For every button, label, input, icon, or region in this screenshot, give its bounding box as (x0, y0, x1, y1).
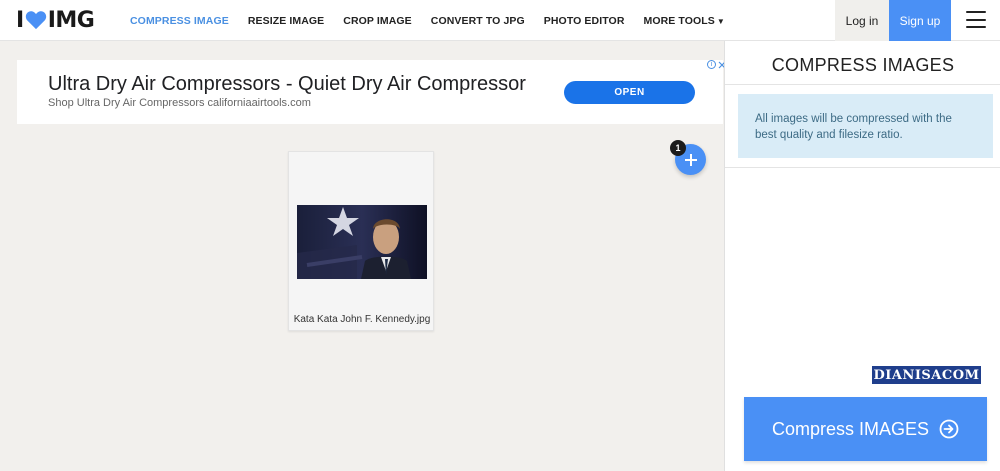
top-header: I IMG COMPRESS IMAGE RESIZE IMAGE CROP I… (0, 0, 1000, 41)
main-nav: COMPRESS IMAGE RESIZE IMAGE CROP IMAGE C… (130, 0, 744, 41)
compress-images-button[interactable]: Compress IMAGES (744, 397, 987, 461)
hamburger-menu-icon[interactable] (966, 11, 986, 28)
ad-subtitle: Shop Ultra Dry Air Compressors californi… (48, 97, 311, 109)
nav-crop-image[interactable]: CROP IMAGE (343, 15, 411, 27)
logo-prefix: I (16, 7, 24, 33)
file-count-badge: 1 (670, 140, 686, 156)
ilovimg-logo[interactable]: I IMG (16, 7, 95, 33)
login-button[interactable]: Log in (835, 0, 889, 41)
divider (725, 84, 1000, 85)
ad-open-button[interactable]: OPEN (564, 81, 695, 104)
info-box: All images will be compressed with the b… (738, 94, 993, 158)
caret-down-icon: ▼ (716, 16, 725, 26)
plus-icon (684, 153, 697, 166)
options-sidebar: COMPRESS IMAGES All images will be compr… (724, 41, 1000, 471)
compress-button-label: Compress IMAGES (771, 418, 930, 439)
arrow-right-circle-icon (939, 419, 959, 439)
signup-button[interactable]: Sign up (889, 0, 951, 41)
ad-title[interactable]: Ultra Dry Air Compressors - Quiet Dry Ai… (48, 73, 526, 96)
nav-resize-image[interactable]: RESIZE IMAGE (248, 15, 324, 27)
file-thumbnail (297, 205, 427, 279)
nav-convert-to-jpg[interactable]: CONVERT TO JPG (431, 15, 525, 27)
file-name: Kata Kata John F. Kennedy.jpg (293, 314, 431, 325)
nav-more-tools-label: MORE TOOLS (643, 14, 715, 27)
nav-more-tools[interactable]: MORE TOOLS ▼ (644, 15, 725, 27)
file-card[interactable]: Kata Kata John F. Kennedy.jpg (288, 151, 434, 331)
logo-suffix: IMG (47, 7, 95, 33)
heart-icon (25, 11, 46, 30)
sidebar-title: COMPRESS IMAGES (771, 55, 955, 75)
ad-banner[interactable]: Ultra Dry Air Compressors - Quiet Dry Ai… (17, 60, 726, 124)
nav-compress-image[interactable]: COMPRESS IMAGE (130, 15, 229, 27)
nav-photo-editor[interactable]: PHOTO EDITOR (544, 15, 625, 27)
watermark-logo: DIANISACOM (872, 366, 981, 384)
divider (725, 167, 1000, 168)
